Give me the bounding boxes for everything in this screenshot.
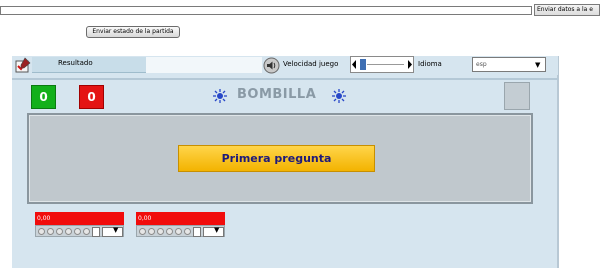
dot-icon[interactable] xyxy=(166,228,173,235)
dot-icon[interactable] xyxy=(175,228,182,235)
send-state-button[interactable]: Enviar estado de la partida xyxy=(86,26,180,38)
dot-icon[interactable] xyxy=(74,228,81,235)
chevron-down-icon: ▼ xyxy=(113,226,119,234)
player-controls: ▼ xyxy=(136,225,225,237)
dot-icon[interactable] xyxy=(47,228,54,235)
game-area-edge xyxy=(557,56,559,268)
chevron-down-icon: ▼ xyxy=(535,61,541,69)
text-input[interactable] xyxy=(0,6,532,15)
speed-label: Velocidad juego xyxy=(283,60,339,68)
language-label: Idioma xyxy=(418,60,442,68)
results-label: Resultado xyxy=(58,59,93,67)
correct-count: 0 xyxy=(31,85,56,109)
dot-icon[interactable] xyxy=(83,228,90,235)
dot-icon[interactable] xyxy=(56,228,63,235)
speaker-icon[interactable] xyxy=(263,57,280,74)
send-data-button[interactable]: Enviar datos a la e xyxy=(534,4,600,16)
toolbar-blank xyxy=(146,57,262,73)
dot-icon[interactable] xyxy=(184,228,191,235)
dot-icon[interactable] xyxy=(148,228,155,235)
dot-icon[interactable] xyxy=(65,228,72,235)
speed-slider[interactable] xyxy=(350,56,414,73)
player-score-bar: 0,00 xyxy=(136,212,225,225)
chevron-down-icon: ▼ xyxy=(214,226,220,234)
checklist-pen-icon[interactable] xyxy=(14,57,32,74)
player-mini-select[interactable] xyxy=(193,227,201,237)
bulb-spark-icon xyxy=(213,88,227,103)
game-title: BOMBILLA xyxy=(237,87,317,102)
dot-icon[interactable] xyxy=(38,228,45,235)
bulb-spark-icon xyxy=(332,88,346,103)
status-square xyxy=(504,82,530,110)
toolbar-divider xyxy=(12,78,558,80)
player-controls: ▼ xyxy=(35,225,124,237)
dot-icon[interactable] xyxy=(157,228,164,235)
wrong-count: 0 xyxy=(79,85,104,109)
dot-icon[interactable] xyxy=(139,228,146,235)
player-mini-select[interactable] xyxy=(92,227,100,237)
player-score-bar: 0,00 xyxy=(35,212,124,225)
first-question-button[interactable]: Primera pregunta xyxy=(178,145,375,172)
